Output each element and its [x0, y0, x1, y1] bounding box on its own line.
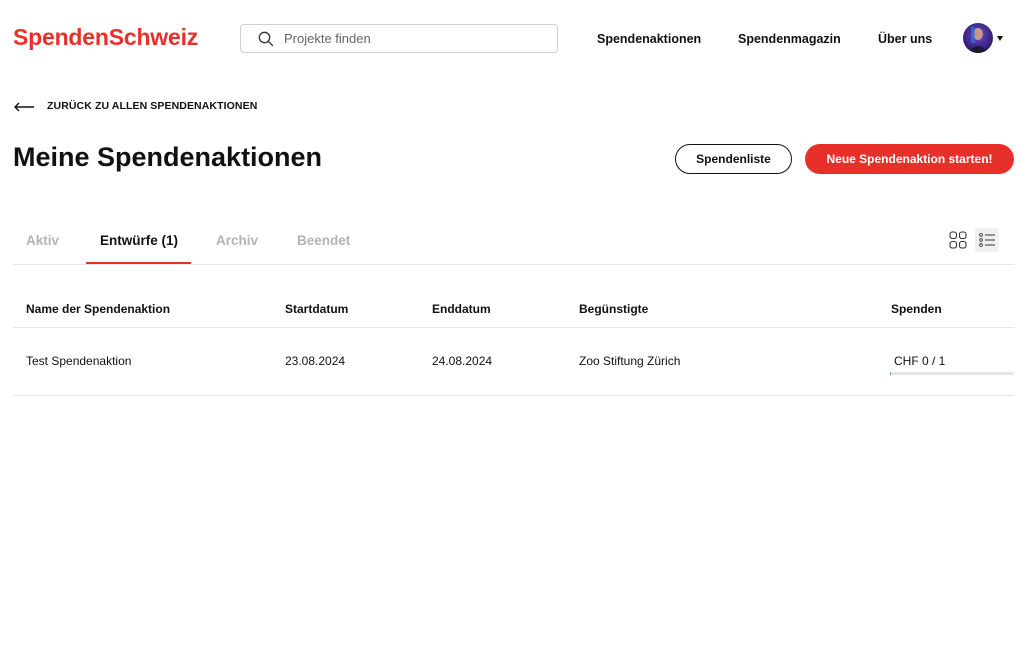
- tab-aktiv[interactable]: Aktiv: [26, 233, 59, 248]
- site-logo[interactable]: SpendenSchweiz: [13, 24, 198, 51]
- search-box[interactable]: [240, 24, 558, 53]
- col-name: Name der Spendenaktion: [26, 302, 171, 316]
- col-spenden: Spenden: [891, 302, 942, 316]
- tab-entwuerfe[interactable]: Entwürfe (1): [100, 233, 178, 248]
- avatar[interactable]: [963, 23, 993, 53]
- tab-bar: Aktiv Entwürfe (1) Archiv Beendet: [13, 224, 1014, 265]
- list-icon: [979, 233, 995, 247]
- active-tab-indicator: [86, 262, 191, 264]
- col-beguenstigte: Begünstigte: [579, 302, 649, 316]
- nav-spendenaktionen[interactable]: Spendenaktionen: [597, 32, 701, 46]
- grid-icon: [949, 231, 967, 249]
- donation-amount: CHF 0 / 1: [894, 354, 946, 368]
- page-title: Meine Spendenaktionen: [13, 142, 323, 172]
- arrow-left-icon: [13, 100, 35, 112]
- table-header: Name der Spendenaktion Startdatum Enddat…: [13, 290, 1014, 328]
- user-menu[interactable]: [963, 23, 1003, 53]
- grid-view-toggle[interactable]: [946, 228, 970, 252]
- chevron-down-icon[interactable]: [997, 35, 1003, 41]
- start-campaign-button[interactable]: Neue Spendenaktion starten!: [805, 144, 1014, 174]
- col-enddatum: Enddatum: [432, 302, 491, 316]
- donation-progress-fill: [890, 372, 892, 375]
- tab-archiv[interactable]: Archiv: [216, 233, 258, 248]
- nav-ueber-uns[interactable]: Über uns: [878, 32, 932, 46]
- beneficiary: Zoo Stiftung Zürich: [579, 354, 681, 368]
- search-input[interactable]: [284, 31, 534, 46]
- tab-beendet[interactable]: Beendet: [297, 233, 350, 248]
- site-header: SpendenSchweiz Spendenaktionen Spendenma…: [0, 0, 1024, 78]
- search-icon: [258, 31, 274, 47]
- campaign-name[interactable]: Test Spendenaktion: [26, 354, 131, 368]
- back-link-label: ZURÜCK ZU ALLEN SPENDENAKTIONEN: [47, 100, 258, 112]
- end-date: 24.08.2024: [432, 354, 493, 368]
- col-startdatum: Startdatum: [285, 302, 349, 316]
- list-view-toggle[interactable]: [975, 228, 999, 252]
- nav-spendenmagazin[interactable]: Spendenmagazin: [738, 32, 841, 46]
- start-date: 23.08.2024: [285, 354, 346, 368]
- table-row[interactable]: Test Spendenaktion 23.08.2024 24.08.2024…: [13, 328, 1014, 396]
- back-link[interactable]: ZURÜCK ZU ALLEN SPENDENAKTIONEN: [13, 100, 257, 112]
- campaign-table: Name der Spendenaktion Startdatum Enddat…: [13, 290, 1014, 396]
- donation-progress-bar: [890, 372, 1014, 375]
- spendenliste-button[interactable]: Spendenliste: [675, 144, 792, 174]
